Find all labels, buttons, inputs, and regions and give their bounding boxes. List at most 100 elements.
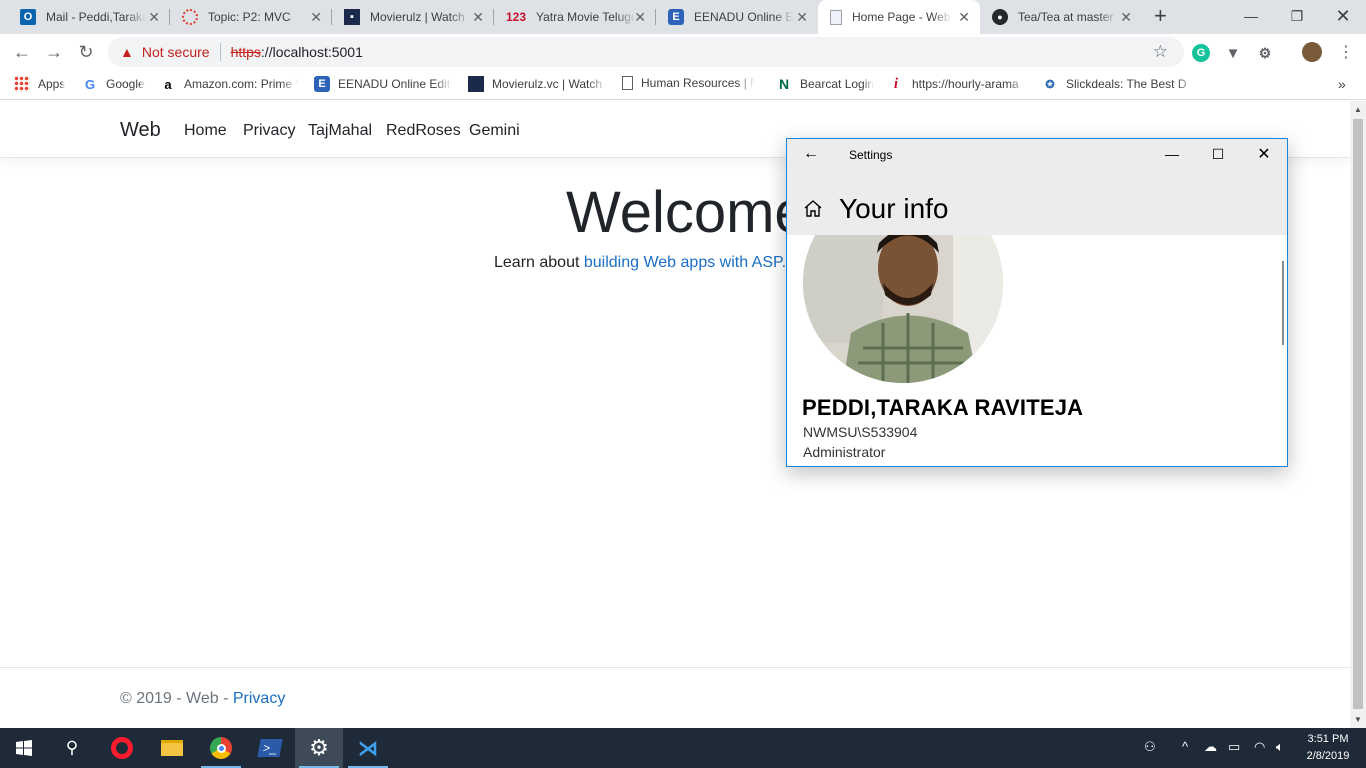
tab-movierulz[interactable]: ▪ Movierulz | Watch ✕ — [332, 0, 494, 34]
canvas-icon — [182, 9, 198, 25]
bookmark-hourly[interactable]: i https://hourly-arama — [888, 76, 1026, 92]
profile-avatar[interactable] — [1302, 42, 1322, 62]
battery-icon[interactable]: ▭ — [1228, 739, 1240, 755]
system-clock[interactable]: 3:51 PM 2/8/2019 — [1300, 731, 1356, 765]
menu-icon[interactable]: ⋮ — [1334, 40, 1358, 64]
close-tab-icon[interactable]: ✕ — [634, 9, 646, 25]
user-photo-image — [803, 235, 1003, 383]
restore-button[interactable]: ❐ — [1274, 0, 1320, 32]
learn-prefix: Learn about — [494, 254, 584, 271]
security-status[interactable]: Not secure — [142, 44, 210, 60]
settings-minimize-button[interactable]: — — [1157, 143, 1187, 165]
page-scrollbar[interactable]: ▲ ▼ — [1350, 101, 1366, 728]
bookmarks-bar: Apps G Google a Amazon.com: Prime V E EE… — [0, 70, 1366, 100]
bookmark-amazon[interactable]: a Amazon.com: Prime V — [160, 76, 298, 92]
clock-time: 3:51 PM — [1307, 733, 1349, 745]
bookmark-apps[interactable]: Apps — [14, 76, 65, 92]
site-brand[interactable]: Web — [120, 119, 161, 142]
tab-yatra[interactable]: 123 Yatra Movie Telugu ✕ — [494, 0, 656, 34]
page-icon — [830, 9, 842, 25]
tab-topic[interactable]: Topic: P2: MVC ✕ — [170, 0, 332, 34]
scroll-up-icon[interactable]: ▲ — [1354, 105, 1362, 114]
clock-date: 2/8/2019 — [1306, 750, 1350, 762]
tab-eenadu[interactable]: E EENADU Online Ed ✕ — [656, 0, 818, 34]
nav-privacy[interactable]: Privacy — [243, 122, 295, 140]
settings-close-button[interactable]: ✕ — [1249, 143, 1279, 165]
start-button[interactable] — [0, 728, 48, 768]
settings-scrollbar[interactable] — [1282, 261, 1284, 345]
new-tab-button[interactable]: + — [1154, 5, 1167, 27]
scroll-down-icon[interactable]: ▼ — [1354, 715, 1362, 724]
bookmark-slickdeals[interactable]: ✪ Slickdeals: The Best D — [1042, 76, 1196, 92]
scroll-thumb[interactable] — [1353, 119, 1363, 709]
bookmark-label: Google — [106, 77, 145, 91]
settings-header: ← Settings — ☐ ✕ Your info — [787, 139, 1287, 235]
taskbar-vscode[interactable]: ⋊ — [344, 728, 392, 768]
user-role: Administrator — [803, 444, 886, 460]
back-button[interactable]: ← — [10, 40, 34, 64]
bookmark-eenadu[interactable]: E EENADU Online Editi — [314, 76, 452, 92]
search-button[interactable]: ⚲ — [48, 728, 96, 768]
taskbar-chrome[interactable] — [197, 728, 245, 768]
warning-icon: ▲ — [120, 44, 134, 60]
close-tab-icon[interactable]: ✕ — [1120, 9, 1132, 25]
tab-title: Movierulz | Watch — [370, 10, 465, 24]
slickdeals-icon: ✪ — [1045, 78, 1055, 91]
tab-title: Yatra Movie Telugu — [536, 10, 636, 24]
nav-tajmahal[interactable]: TajMahal — [308, 122, 372, 140]
close-window-button[interactable]: ✕ — [1320, 0, 1366, 32]
settings-maximize-button[interactable]: ☐ — [1203, 143, 1233, 165]
tab-home-page[interactable]: Home Page - Web ✕ — [818, 0, 980, 34]
close-tab-icon[interactable]: ✕ — [958, 9, 970, 25]
close-tab-icon[interactable]: ✕ — [472, 9, 484, 25]
close-tab-icon[interactable]: ✕ — [148, 9, 160, 25]
google-icon: G — [84, 76, 96, 92]
grammarly-icon[interactable]: G — [1192, 44, 1210, 62]
url-host: ://localhost:5001 — [260, 44, 363, 60]
bookmark-label: Amazon.com: Prime V — [184, 77, 298, 91]
tab-title: Topic: P2: MVC — [208, 10, 291, 24]
footer-privacy-link[interactable]: Privacy — [233, 690, 285, 707]
bookmark-label: Movierulz.vc | Watch — [492, 77, 603, 91]
vpn-icon[interactable]: ▼ — [1224, 44, 1242, 62]
taskbar-powershell[interactable]: >_ — [246, 728, 294, 768]
taskbar-file-explorer[interactable] — [148, 728, 196, 768]
user-photo — [803, 235, 1003, 383]
tab-title: EENADU Online Ed — [694, 10, 794, 24]
bookmark-bearcat[interactable]: N Bearcat Login — [776, 76, 874, 92]
bookmark-star-icon[interactable]: ☆ — [1153, 42, 1168, 62]
wifi-icon[interactable]: ◠ — [1254, 739, 1265, 755]
nav-home[interactable]: Home — [184, 122, 227, 140]
volume-icon[interactable]: 🔈︎ — [1276, 739, 1284, 755]
show-hidden-icons[interactable]: ^ — [1182, 739, 1188, 754]
page-heading: Welcome — [566, 180, 807, 245]
tab-github[interactable]: ● Tea/Tea at master ✕ — [980, 0, 1142, 34]
more-bookmarks-button[interactable]: » — [1338, 76, 1346, 92]
forward-button[interactable]: → — [42, 40, 66, 64]
settings-page-title: Your info — [839, 193, 949, 224]
back-arrow-icon[interactable]: ← — [803, 145, 819, 163]
bookmark-google[interactable]: G Google — [82, 76, 145, 92]
bookmark-movierulz[interactable]: Movierulz.vc | Watch — [468, 76, 606, 92]
site-footer: © 2019 - Web - Privacy — [0, 667, 1350, 728]
tab-title: Home Page - Web — [852, 10, 951, 24]
nav-redroses[interactable]: RedRoses — [386, 122, 461, 140]
learn-link[interactable]: building Web apps with ASP. — [584, 254, 786, 271]
reload-button[interactable]: ↻ — [74, 40, 98, 64]
folder-icon — [161, 740, 183, 756]
taskbar-opera[interactable] — [98, 728, 146, 768]
home-icon[interactable] — [803, 199, 823, 219]
bookmark-human-resources[interactable]: Human Resources | N — [622, 76, 755, 90]
windows-icon — [16, 740, 32, 756]
close-tab-icon[interactable]: ✕ — [796, 9, 808, 25]
tab-mail[interactable]: O Mail - Peddi,Taraka ✕ — [8, 0, 170, 34]
minimize-button[interactable]: — — [1228, 0, 1274, 32]
taskbar-settings[interactable]: ⚙ — [295, 728, 343, 768]
close-tab-icon[interactable]: ✕ — [310, 9, 322, 25]
nav-gemini[interactable]: Gemini — [469, 122, 520, 140]
people-icon[interactable]: ⚇ — [1144, 739, 1156, 755]
onedrive-icon[interactable]: ☁ — [1204, 739, 1217, 755]
extension-icon[interactable]: ⚙ — [1256, 44, 1274, 62]
address-bar[interactable]: ▲ Not secure https ://localhost:5001 ☆ — [108, 37, 1184, 67]
url-scheme: https — [230, 44, 261, 60]
